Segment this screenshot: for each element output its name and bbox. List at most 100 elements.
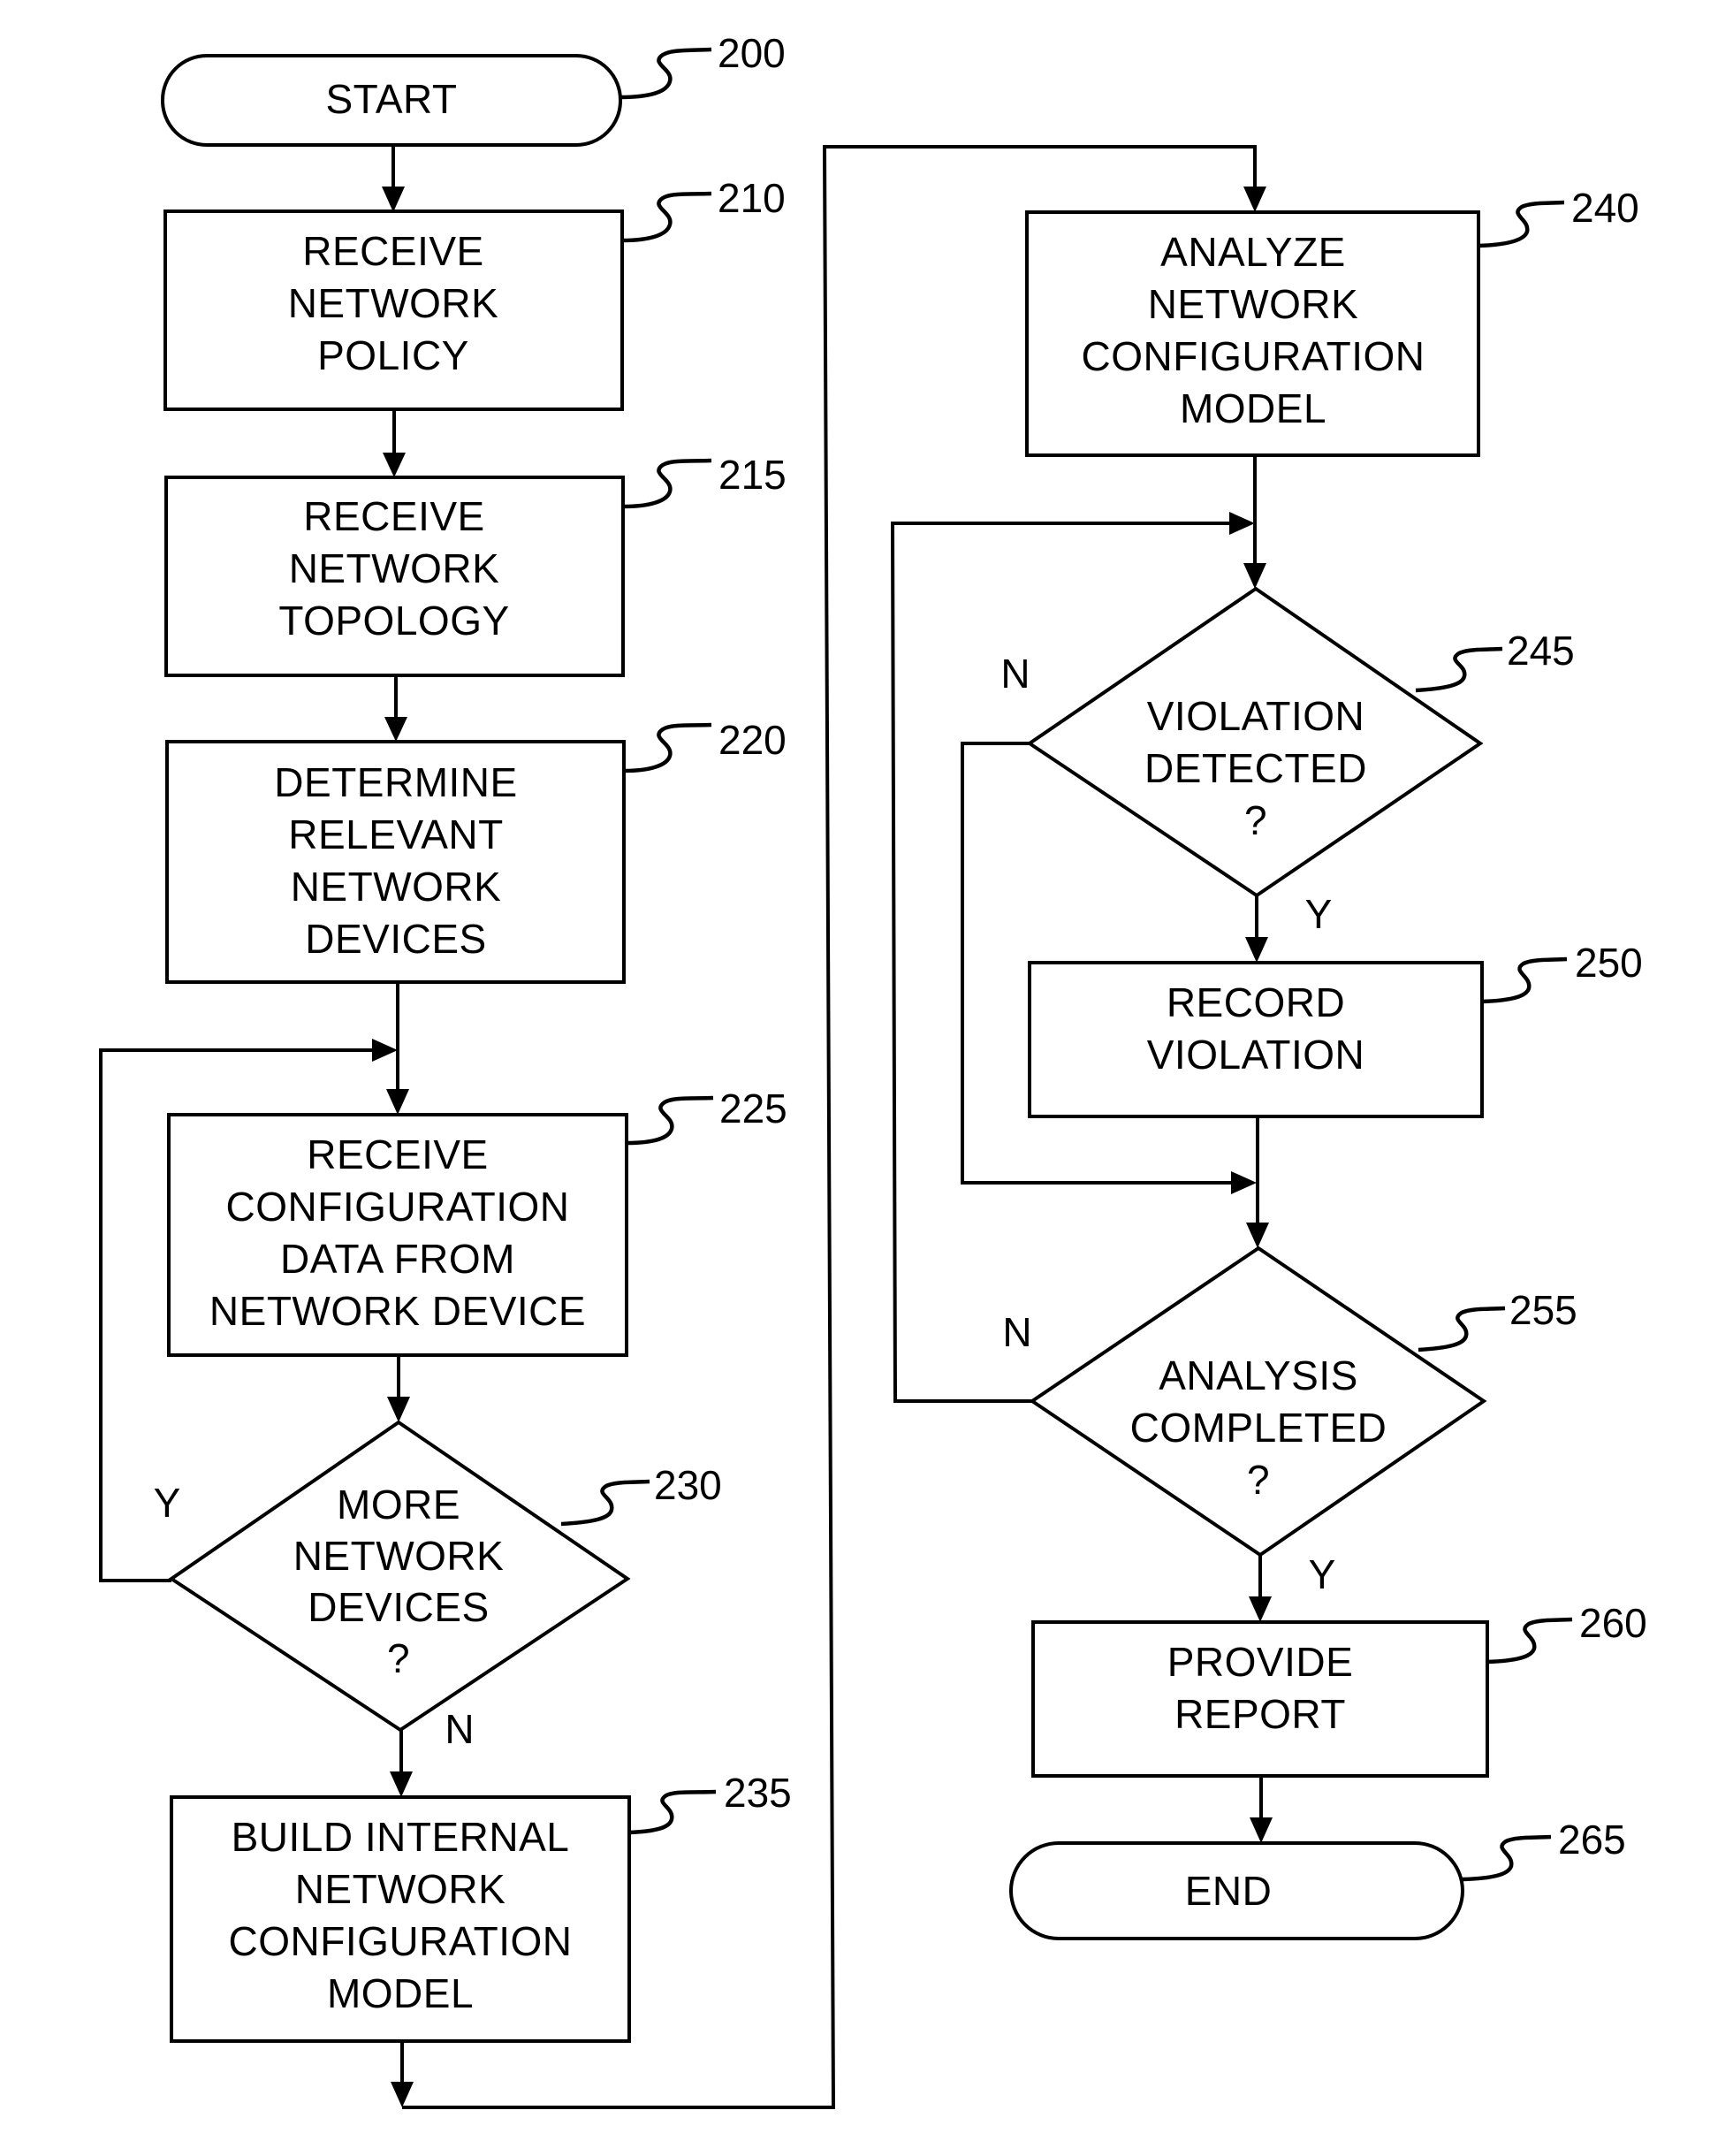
arrowhead-icon bbox=[384, 717, 407, 742]
arrowhead-icon bbox=[1231, 1171, 1257, 1194]
node-250-line-1: RECORD bbox=[1167, 979, 1345, 1025]
node-235-build-model: BUILD INTERNAL NETWORK CONFIGURATION MOD… bbox=[170, 1795, 631, 2043]
node-210-receive-policy: RECEIVE NETWORK POLICY bbox=[163, 210, 624, 411]
leader-260 bbox=[1486, 1617, 1573, 1665]
leader-255 bbox=[1418, 1306, 1506, 1352]
node-245-violation-detected: VIOLATION DETECTED ? bbox=[1026, 586, 1484, 898]
arrowhead-icon bbox=[383, 453, 406, 477]
ref-230: 230 bbox=[654, 1462, 722, 1508]
node-250-line-2: VIOLATION bbox=[1147, 1032, 1364, 1078]
label-230-no: N bbox=[445, 1706, 474, 1752]
node-235-line-3: CONFIGURATION bbox=[229, 1918, 573, 1964]
node-220-line-4: DEVICES bbox=[305, 916, 486, 962]
ref-250: 250 bbox=[1575, 940, 1643, 986]
node-240-analyze-model: ANALYZE NETWORK CONFIGURATION MODEL bbox=[1025, 210, 1480, 457]
node-230-line-2: NETWORK bbox=[293, 1533, 505, 1579]
label-255-no: N bbox=[1002, 1309, 1031, 1355]
node-210-line-3: POLICY bbox=[317, 332, 469, 378]
arrowhead-icon bbox=[1243, 187, 1266, 212]
label-245-yes: Y bbox=[1305, 891, 1333, 937]
arrowhead-icon bbox=[387, 1397, 410, 1422]
ref-210: 210 bbox=[718, 175, 786, 221]
node-200-text: START bbox=[325, 76, 457, 122]
ref-225: 225 bbox=[719, 1086, 787, 1131]
node-220-line-3: NETWORK bbox=[291, 864, 502, 910]
node-265-text: END bbox=[1185, 1868, 1273, 1914]
node-240-line-4: MODEL bbox=[1180, 385, 1326, 431]
leader-200 bbox=[619, 47, 712, 100]
node-215-line-1: RECEIVE bbox=[303, 493, 484, 539]
arrowhead-icon bbox=[1229, 512, 1255, 535]
arrowhead-icon bbox=[391, 2082, 414, 2107]
label-255-yes: Y bbox=[1309, 1551, 1336, 1597]
arrowhead-icon bbox=[1243, 563, 1266, 589]
leader-220 bbox=[623, 722, 712, 773]
ref-245: 245 bbox=[1507, 628, 1575, 674]
node-230-line-1: MORE bbox=[337, 1482, 460, 1527]
node-225-line-1: RECEIVE bbox=[307, 1131, 488, 1177]
node-235-line-2: NETWORK bbox=[295, 1866, 506, 1912]
node-245-line-3: ? bbox=[1244, 797, 1267, 843]
ref-215: 215 bbox=[718, 452, 787, 498]
node-225-receive-config: RECEIVE CONFIGURATION DATA FROM NETWORK … bbox=[167, 1113, 628, 1357]
flowchart-canvas: START 200 RECEIVE NETWORK POLICY 210 REC… bbox=[99, 30, 1647, 2109]
node-225-line-3: DATA FROM bbox=[280, 1236, 515, 1282]
leader-225 bbox=[626, 1095, 714, 1146]
leader-240 bbox=[1478, 200, 1565, 248]
node-255-line-1: ANALYSIS bbox=[1159, 1352, 1358, 1398]
label-245-no: N bbox=[1000, 651, 1030, 697]
arrowhead-icon bbox=[382, 187, 405, 212]
decision-diamond bbox=[1029, 1246, 1487, 1558]
decision-diamond bbox=[1026, 586, 1484, 898]
leader-235 bbox=[628, 1789, 717, 1835]
leader-265 bbox=[1462, 1834, 1552, 1882]
node-240-line-2: NETWORK bbox=[1148, 281, 1359, 327]
leader-245 bbox=[1415, 646, 1503, 693]
node-220-line-1: DETERMINE bbox=[274, 759, 517, 805]
arrowhead-icon bbox=[390, 1771, 413, 1797]
ref-255: 255 bbox=[1509, 1287, 1577, 1333]
node-210-line-2: NETWORK bbox=[288, 280, 499, 326]
leader-250 bbox=[1481, 956, 1568, 1004]
node-255-line-3: ? bbox=[1247, 1457, 1270, 1503]
leader-230 bbox=[560, 1479, 650, 1527]
node-230-more-devices: MORE NETWORK DEVICES ? bbox=[168, 1420, 631, 1733]
node-235-line-1: BUILD INTERNAL bbox=[232, 1814, 570, 1860]
ref-240: 240 bbox=[1571, 185, 1639, 231]
ref-235: 235 bbox=[724, 1770, 792, 1816]
node-215-line-3: TOPOLOGY bbox=[278, 598, 509, 644]
node-230-line-4: ? bbox=[387, 1635, 410, 1681]
node-240-line-3: CONFIGURATION bbox=[1082, 333, 1425, 379]
node-235-line-4: MODEL bbox=[327, 1970, 474, 2016]
node-260-provide-report: PROVIDE REPORT bbox=[1031, 1620, 1489, 1778]
node-200-start: START bbox=[161, 54, 622, 147]
arrowhead-icon bbox=[386, 1089, 409, 1115]
arrowhead-icon bbox=[1250, 1817, 1273, 1843]
node-240-line-1: ANALYZE bbox=[1160, 229, 1346, 275]
node-255-analysis-completed: ANALYSIS COMPLETED ? bbox=[1029, 1246, 1487, 1558]
node-220-determine-devices: DETERMINE RELEVANT NETWORK DEVICES bbox=[165, 740, 626, 984]
arrowhead-icon bbox=[1249, 1596, 1272, 1622]
node-260-line-2: REPORT bbox=[1174, 1691, 1346, 1737]
node-250-record-violation: RECORD VIOLATION bbox=[1028, 961, 1484, 1118]
label-230-yes: Y bbox=[154, 1480, 181, 1526]
arrowhead-icon bbox=[372, 1039, 398, 1062]
node-260-line-1: PROVIDE bbox=[1167, 1639, 1354, 1685]
ref-265: 265 bbox=[1558, 1817, 1626, 1863]
node-265-end: END bbox=[1009, 1841, 1464, 1940]
node-220-line-2: RELEVANT bbox=[288, 811, 503, 857]
leader-215 bbox=[622, 458, 712, 509]
arrowhead-icon bbox=[1245, 937, 1268, 963]
ref-260: 260 bbox=[1579, 1600, 1647, 1646]
node-210-line-1: RECEIVE bbox=[302, 228, 483, 274]
node-245-line-1: VIOLATION bbox=[1147, 693, 1364, 739]
leader-210 bbox=[621, 191, 712, 243]
node-245-line-2: DETECTED bbox=[1144, 745, 1367, 791]
ref-220: 220 bbox=[718, 717, 787, 763]
node-215-receive-topology: RECEIVE NETWORK TOPOLOGY bbox=[164, 476, 625, 677]
node-225-line-4: NETWORK DEVICE bbox=[209, 1288, 586, 1334]
node-230-line-3: DEVICES bbox=[308, 1584, 489, 1630]
arrowhead-icon bbox=[1246, 1223, 1269, 1248]
node-255-line-2: COMPLETED bbox=[1130, 1405, 1387, 1451]
ref-200: 200 bbox=[718, 30, 786, 76]
